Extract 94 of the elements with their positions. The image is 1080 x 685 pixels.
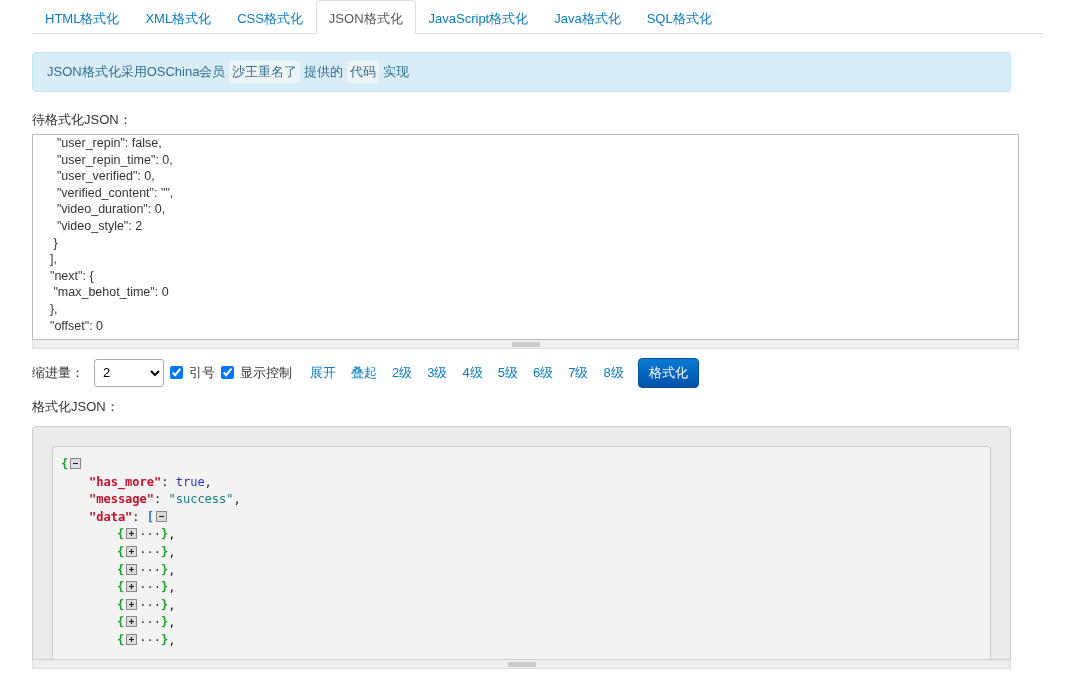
- name-tag: 沙王重名了: [229, 61, 301, 83]
- json-brace: }: [160, 580, 169, 595]
- tab[interactable]: JSON格式化: [315, 0, 416, 34]
- checkbox[interactable]: [170, 366, 183, 380]
- level-link[interactable]: 展开: [310, 363, 336, 383]
- tab[interactable]: SQL格式化: [633, 0, 725, 34]
- json-key: "has_more": [89, 474, 162, 489]
- json-punctuation: ,: [168, 580, 176, 595]
- json-brace: {: [117, 615, 125, 630]
- code-line: "user_repin_time": 0,: [55, 151, 174, 169]
- collapsed-ellipsis: ···: [139, 562, 161, 577]
- expand-icon[interactable]: [126, 581, 138, 593]
- input-label: 待格式化JSON：: [32, 110, 133, 129]
- code-line: ],: [48, 251, 58, 268]
- tab[interactable]: Java格式化: [541, 0, 634, 34]
- tab[interactable]: HTML格式化: [32, 0, 133, 34]
- indent-label: 缩进量：: [32, 364, 84, 382]
- code-line: "video_style": 2: [55, 217, 144, 235]
- json-brace: {: [117, 562, 125, 577]
- json-input-area[interactable]: "user_repin": false, "user_repin_time": 0, "user_verified": 0, "verified_content": "", "video_duration": 0, "video_style": 2 } ], "next": { "max_behot_time": 0 }, "offset": 0: [32, 134, 1019, 340]
- collapsed-ellipsis: ···: [139, 632, 161, 647]
- name-tag: 代码: [347, 61, 380, 83]
- json-punctuation: :: [154, 492, 163, 507]
- json-brace: }: [160, 615, 169, 630]
- json-brace: {: [117, 632, 125, 647]
- collapsed-ellipsis: ···: [139, 597, 161, 612]
- collapsed-ellipsis: ···: [139, 615, 161, 630]
- json-key: "message": [89, 492, 155, 507]
- level-link[interactable]: 2级: [392, 363, 413, 383]
- code-line: "verified_content": "",: [55, 184, 175, 202]
- json-brace: }: [160, 632, 169, 647]
- level-link[interactable]: 5级: [497, 363, 518, 383]
- code-line: }: [52, 234, 59, 252]
- json-punctuation: ,: [233, 492, 241, 507]
- json-punctuation: ,: [168, 597, 176, 612]
- code-line: "user_repin": false,: [55, 135, 163, 152]
- code-line: "user_verified": 0,: [55, 168, 156, 185]
- code-line: },: [48, 300, 59, 318]
- json-brace: {: [117, 527, 125, 542]
- json-punctuation: ,: [168, 562, 176, 577]
- notice-text: 提供的: [304, 63, 344, 81]
- notice-text: JSON格式化采用OSChina会员: [47, 63, 226, 81]
- tab[interactable]: CSS格式化: [224, 0, 316, 34]
- json-brace: }: [160, 544, 169, 559]
- json-punctuation: ,: [168, 615, 176, 630]
- tab[interactable]: JavaScript格式化: [415, 0, 542, 34]
- json-brace: {: [117, 580, 125, 595]
- json-value: true: [175, 474, 205, 489]
- expand-icon[interactable]: [126, 633, 138, 645]
- json-brace: }: [160, 597, 169, 612]
- resize-handle[interactable]: [32, 660, 1011, 669]
- collapsed-ellipsis: ···: [139, 527, 161, 542]
- level-link[interactable]: 4级: [462, 363, 483, 383]
- level-link[interactable]: 6级: [532, 363, 554, 383]
- collapse-icon[interactable]: [70, 458, 82, 469]
- json-punctuation: ,: [204, 474, 212, 489]
- expand-icon[interactable]: [126, 528, 138, 540]
- expand-icon[interactable]: [126, 563, 138, 575]
- code-line: "offset": 0: [48, 317, 105, 335]
- json-brace: {: [117, 544, 125, 559]
- notice-text: 实现: [383, 63, 410, 81]
- level-link[interactable]: 叠起: [351, 363, 377, 383]
- level-link[interactable]: 8级: [603, 363, 624, 383]
- json-brace: {: [117, 597, 125, 612]
- level-link[interactable]: 3级: [427, 363, 448, 383]
- json-punctuation: ,: [168, 527, 176, 542]
- json-brace: }: [160, 527, 169, 542]
- json-value: "success": [168, 492, 234, 507]
- expand-icon[interactable]: [126, 545, 138, 557]
- checkbox[interactable]: [221, 366, 234, 380]
- tab[interactable]: XML格式化: [132, 0, 225, 34]
- code-line: "max_behot_time": 0: [52, 284, 170, 301]
- code-line: "next": {: [48, 267, 95, 285]
- collapse-icon[interactable]: [156, 510, 168, 522]
- json-punctuation: :: [161, 474, 170, 489]
- format-button[interactable]: 格式化: [637, 358, 699, 388]
- resize-handle[interactable]: [32, 340, 1019, 349]
- output-label: 格式化JSON：: [32, 397, 120, 416]
- expand-icon[interactable]: [126, 616, 138, 628]
- indent-select[interactable]: 2: [94, 358, 164, 387]
- checkbox-label: 引号: [189, 364, 215, 382]
- json-punctuation: ,: [168, 632, 176, 647]
- expand-icon[interactable]: [126, 598, 138, 610]
- collapsed-ellipsis: ···: [139, 580, 161, 595]
- json-punctuation: :: [132, 509, 141, 524]
- json-brace: }: [160, 562, 169, 577]
- json-key: "data": [89, 509, 133, 524]
- code-line: "video_duration": 0,: [55, 201, 167, 218]
- json-bracket: [: [146, 509, 155, 524]
- json-punctuation: ,: [168, 544, 176, 559]
- level-link[interactable]: 7级: [568, 363, 589, 383]
- json-brace: {: [61, 457, 69, 471]
- collapsed-ellipsis: ···: [139, 544, 161, 559]
- checkbox-label: 显示控制: [240, 364, 292, 382]
